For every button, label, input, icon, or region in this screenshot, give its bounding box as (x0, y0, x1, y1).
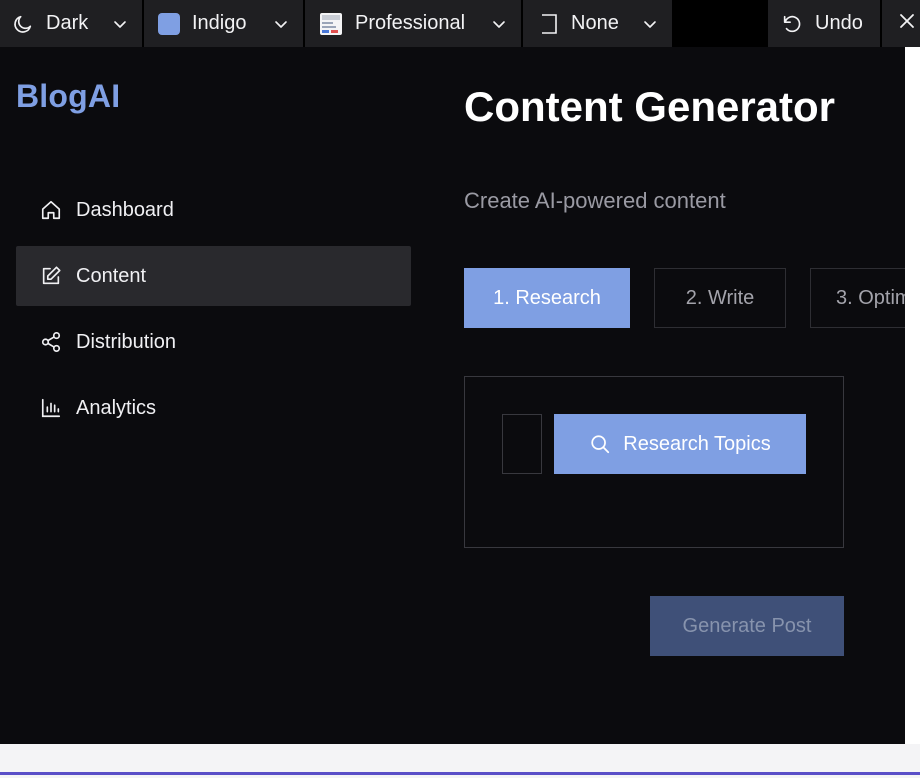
theme-toolbar: Dark Indigo Professional None Undo (0, 0, 920, 47)
bar-chart-icon (40, 397, 62, 419)
chevron-down-icon (273, 15, 289, 38)
style-preset-label: Professional (355, 12, 466, 34)
chevron-down-icon (491, 15, 507, 38)
sidebar-item-analytics[interactable]: Analytics (16, 378, 411, 438)
accent-color-label: Indigo (192, 12, 247, 34)
generate-post-button[interactable]: Generate Post (650, 596, 844, 656)
accent-color-dropdown[interactable]: Indigo (144, 0, 303, 47)
step-tab-research[interactable]: 1. Research (464, 268, 630, 328)
layout-preview-icon (319, 12, 343, 36)
theme-mode-dropdown[interactable]: Dark (0, 0, 142, 47)
page-title: Content Generator (464, 83, 836, 130)
share-icon (40, 331, 62, 353)
step-tab-label: 2. Write (685, 286, 755, 309)
page-subtitle: Create AI-powered content (464, 188, 726, 213)
close-icon (898, 12, 916, 36)
color-swatch-icon (158, 12, 180, 35)
sidebar-item-label: Analytics (76, 396, 157, 419)
sidebar-item-dashboard[interactable]: Dashboard (16, 180, 411, 240)
step-tab-label: 1. Research (493, 286, 601, 309)
step-tab-label: 3. Optimize (836, 286, 905, 309)
step-tab-write[interactable]: 2. Write (654, 268, 786, 328)
brand-logo[interactable]: BlogAI (16, 78, 120, 115)
search-icon (589, 433, 611, 455)
close-button[interactable] (882, 0, 920, 47)
bottom-accent-line (0, 772, 920, 775)
topic-input[interactable] (502, 414, 542, 474)
square-corner-icon (539, 13, 559, 35)
research-button-label: Research Topics (623, 432, 771, 455)
edit-icon (40, 265, 62, 287)
border-radius-dropdown[interactable]: None (523, 0, 672, 47)
home-icon (40, 199, 62, 221)
chevron-down-icon (112, 15, 128, 38)
undo-icon (781, 13, 803, 35)
sidebar-item-label: Content (76, 264, 147, 287)
sidebar-item-distribution[interactable]: Distribution (16, 312, 411, 372)
research-topics-button[interactable]: Research Topics (554, 414, 806, 474)
style-preset-dropdown[interactable]: Professional (305, 0, 521, 47)
undo-label: Undo (815, 12, 863, 34)
border-radius-label: None (571, 12, 619, 34)
sidebar-item-label: Dashboard (76, 198, 174, 221)
step-tab-optimize[interactable]: 3. Optimize (810, 268, 905, 328)
sidebar-item-label: Distribution (76, 330, 177, 353)
generate-button-label: Generate Post (682, 614, 812, 637)
theme-mode-label: Dark (46, 12, 89, 34)
sidebar-item-content[interactable]: Content (16, 246, 411, 306)
undo-button[interactable]: Undo (768, 0, 880, 47)
moon-icon (12, 13, 34, 35)
chevron-down-icon (642, 15, 658, 38)
window-edge (905, 47, 920, 744)
